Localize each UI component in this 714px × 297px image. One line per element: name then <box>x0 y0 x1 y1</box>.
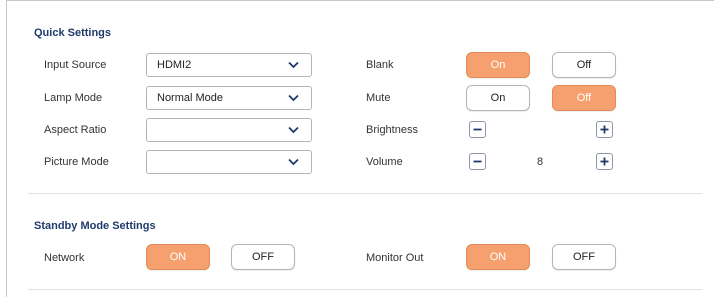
monitor-out-on-button[interactable]: ON <box>466 244 530 270</box>
aspect-ratio-select[interactable] <box>146 118 312 142</box>
mute-off-button[interactable]: Off <box>552 85 616 111</box>
brightness-increase-button[interactable] <box>596 121 613 138</box>
monitor-out-label: Monitor Out <box>366 252 424 264</box>
volume-label: Volume <box>366 156 403 168</box>
plus-icon <box>600 157 609 166</box>
aspect-ratio-label: Aspect Ratio <box>44 124 107 136</box>
input-source-value: HDMI2 <box>157 59 192 71</box>
blank-off-button[interactable]: Off <box>552 52 616 78</box>
picture-mode-select[interactable] <box>146 150 312 174</box>
blank-on-button[interactable]: On <box>466 52 530 78</box>
section-divider <box>28 289 702 290</box>
volume-increase-button[interactable] <box>596 153 613 170</box>
monitor-out-off-button[interactable]: OFF <box>552 244 616 270</box>
input-source-label: Input Source <box>44 59 107 71</box>
standby-settings-title: Standby Mode Settings <box>34 220 156 232</box>
brightness-decrease-button[interactable] <box>469 121 486 138</box>
chevron-down-icon <box>288 94 299 102</box>
chevron-down-icon <box>288 158 299 166</box>
mute-on-button[interactable]: On <box>466 85 530 111</box>
lamp-mode-label: Lamp Mode <box>44 92 103 104</box>
chevron-down-icon <box>288 61 299 69</box>
plus-icon <box>600 125 609 134</box>
network-off-button[interactable]: OFF <box>231 244 295 270</box>
input-source-select[interactable]: HDMI2 <box>146 53 312 77</box>
lamp-mode-select[interactable]: Normal Mode <box>146 86 312 110</box>
section-divider <box>28 193 702 194</box>
minus-icon <box>473 160 482 163</box>
minus-icon <box>473 128 482 131</box>
mute-label: Mute <box>366 92 391 104</box>
picture-mode-label: Picture Mode <box>44 156 109 168</box>
quick-settings-title: Quick Settings <box>34 27 112 39</box>
brightness-label: Brightness <box>366 124 418 136</box>
volume-value: 8 <box>537 156 544 168</box>
volume-decrease-button[interactable] <box>469 153 486 170</box>
chevron-down-icon <box>288 126 299 134</box>
blank-label: Blank <box>366 59 394 71</box>
network-on-button[interactable]: ON <box>146 244 210 270</box>
network-label: Network <box>44 252 85 264</box>
lamp-mode-value: Normal Mode <box>157 92 224 104</box>
